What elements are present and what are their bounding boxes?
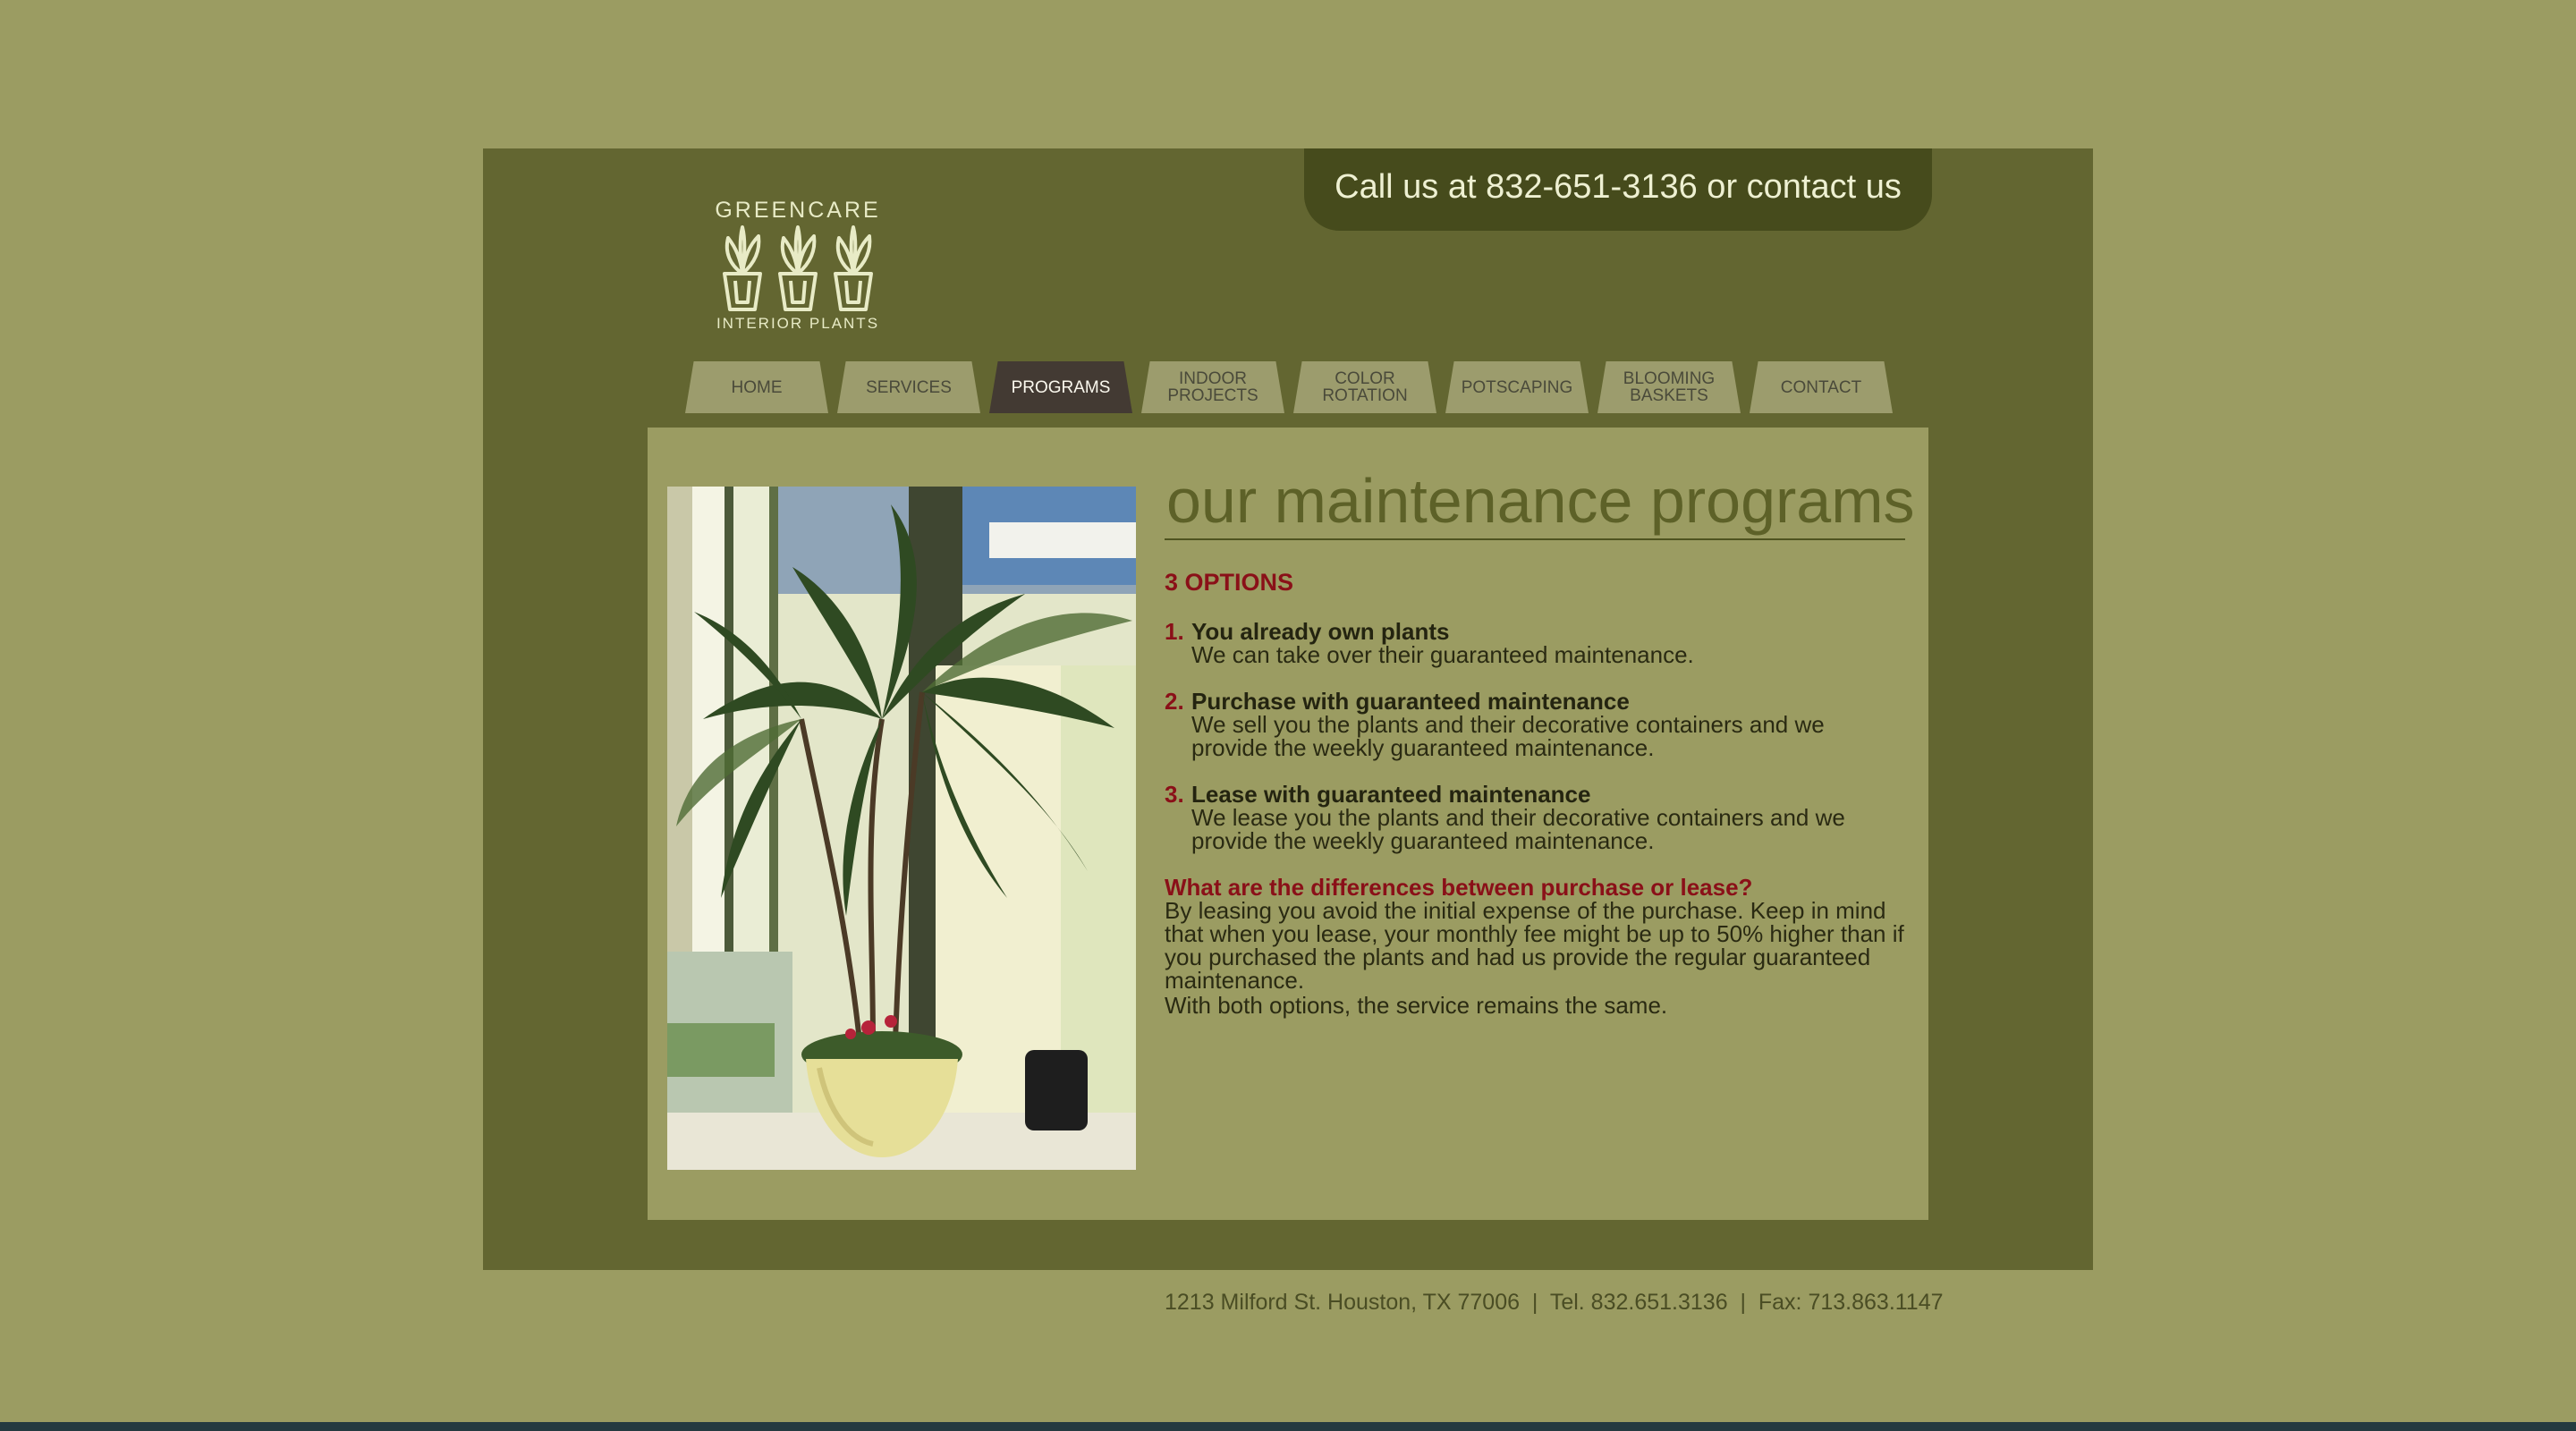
option-number: 2.	[1165, 688, 1184, 715]
page-title: our maintenance programs	[1165, 463, 1915, 540]
call-us-banner[interactable]: Call us at 832-651-3136 or contact us	[1304, 148, 1932, 231]
nav-tab-label: SERVICES	[866, 377, 952, 397]
greencare-logo[interactable]: GREENCARE INTERIOR PLANTS	[698, 199, 898, 338]
palm-illustration	[667, 487, 1136, 1170]
option-description: We sell you the plants and their decorat…	[1191, 711, 1825, 761]
option-number: 3.	[1165, 781, 1184, 808]
option-title: Purchase with guaranteed maintenance	[1191, 688, 1630, 715]
option-item: 3. Lease with guaranteed maintenance We …	[1165, 783, 1907, 852]
nav-tab-home[interactable]: HOME	[685, 361, 828, 413]
option-title: Lease with guaranteed maintenance	[1191, 781, 1591, 808]
nav-tab-label: HOME	[731, 377, 783, 397]
nav-tab-label: COLOR ROTATION	[1322, 369, 1408, 405]
option-description: We lease you the plants and their decora…	[1191, 804, 1845, 854]
nav-tab-blooming-baskets[interactable]: BLOOMING BASKETS	[1597, 361, 1741, 413]
nav-tab-label: POTSCAPING	[1461, 377, 1573, 397]
nav-tab-indoor-projects[interactable]: INDOOR PROJECTS	[1141, 361, 1284, 413]
faq-question: What are the differences between purchas…	[1165, 874, 1753, 901]
nav-tab-contact[interactable]: CONTACT	[1750, 361, 1893, 413]
potted-palm-photo	[667, 487, 1136, 1170]
main-nav: HOME SERVICES PROGRAMS INDOOR PROJECTS C…	[685, 361, 1937, 413]
nav-tab-programs[interactable]: PROGRAMS	[989, 361, 1132, 413]
option-item: 2. Purchase with guaranteed maintenance …	[1165, 690, 1907, 759]
option-description: We can take over their guaranteed mainte…	[1191, 641, 1694, 668]
nav-tab-label: BLOOMING BASKETS	[1623, 369, 1716, 405]
call-us-text[interactable]: Call us at 832-651-3136 or contact us	[1335, 168, 1902, 206]
option-item: 1. You already own plants We can take ov…	[1165, 620, 1907, 666]
logo-brand-text: GREENCARE	[715, 198, 881, 223]
closing-note: With both options, the service remains t…	[1165, 992, 1668, 1019]
nav-tab-label: PROGRAMS	[1011, 377, 1111, 397]
nav-tab-label: CONTACT	[1780, 377, 1862, 397]
footer-address: 1213 Milford St. Houston, TX 77006 | Tel…	[1165, 1290, 1944, 1315]
page-frame: Call us at 832-651-3136 or contact us GR…	[483, 148, 2093, 1315]
nav-tab-services[interactable]: SERVICES	[837, 361, 980, 413]
content-panel: our maintenance programs 3 OPTIONS 1. Yo…	[648, 428, 1944, 1315]
option-number: 1.	[1165, 618, 1184, 645]
nav-tab-potscaping[interactable]: POTSCAPING	[1445, 361, 1589, 413]
programs-text: our maintenance programs 3 OPTIONS 1. Yo…	[1165, 463, 1915, 1019]
window-bottom-edge	[0, 1422, 2576, 1431]
faq-answer: By leasing you avoid the initial expense…	[1165, 897, 1904, 994]
nav-tab-color-rotation[interactable]: COLOR ROTATION	[1293, 361, 1436, 413]
potted-plants-icon	[723, 225, 873, 311]
nav-tab-label: INDOOR PROJECTS	[1167, 369, 1258, 405]
options-title: 3 OPTIONS	[1165, 569, 1294, 596]
logo-tagline-text: INTERIOR PLANTS	[716, 315, 880, 332]
option-title: You already own plants	[1191, 618, 1450, 645]
